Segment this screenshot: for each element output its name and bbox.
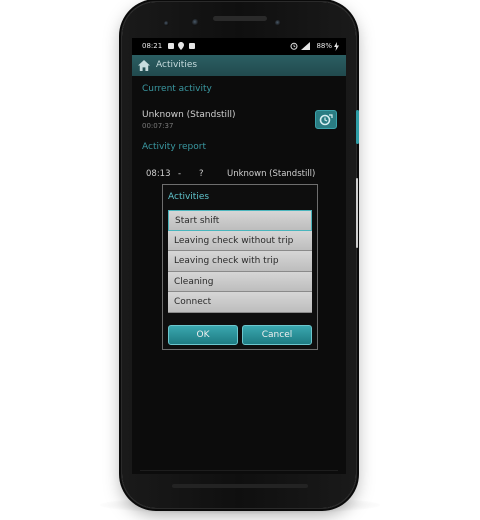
- earpiece-speaker: [213, 16, 267, 21]
- front-camera: [192, 19, 199, 26]
- report-separator: -: [178, 169, 182, 179]
- navigation-divider: [140, 470, 338, 471]
- list-item-start-shift[interactable]: Start shift: [168, 210, 312, 231]
- page-title: Activities: [156, 60, 198, 70]
- activity-switch-button[interactable]: [315, 110, 337, 129]
- battery-charging-icon: [334, 42, 339, 51]
- activity-switch-icon: [319, 114, 333, 126]
- report-start-time: 08:13: [146, 169, 171, 179]
- image-notification-icon: [168, 43, 174, 49]
- volume-rocker: [356, 178, 358, 248]
- list-item-connect[interactable]: Connect: [168, 292, 312, 313]
- app-bar: Activities: [132, 55, 346, 76]
- list-item-cleaning[interactable]: Cleaning: [168, 271, 312, 292]
- list-item-leaving-check-with-trip[interactable]: Leaving check with trip: [168, 251, 312, 272]
- home-icon[interactable]: [138, 60, 150, 71]
- dialog-title: Activities: [168, 192, 210, 202]
- current-activity-elapsed: 00:07:37: [142, 122, 174, 130]
- phone-mockup-scene: 08:21 88% Activities Current activity Un…: [0, 0, 480, 520]
- signal-icon: [301, 42, 310, 50]
- app-notification-icon: [189, 43, 195, 49]
- status-time: 08:21: [142, 42, 163, 50]
- cancel-button[interactable]: Cancel: [242, 325, 312, 345]
- ok-button[interactable]: OK: [168, 325, 238, 345]
- current-activity-header: Current activity: [142, 84, 212, 94]
- bottom-speaker: [172, 484, 308, 488]
- current-activity-name: Unknown (Standstill): [142, 110, 236, 120]
- report-activity-name: Unknown (Standstill): [227, 169, 316, 179]
- battery-percent: 88%: [316, 42, 332, 50]
- activities-list: Start shift Leaving check without trip L…: [168, 210, 312, 313]
- list-item-leaving-check-without-trip[interactable]: Leaving check without trip: [168, 230, 312, 251]
- status-bar: 08:21 88%: [132, 38, 346, 55]
- report-end-time: ?: [199, 169, 204, 179]
- activity-report-header: Activity report: [142, 142, 207, 152]
- sensor-dot: [164, 21, 169, 26]
- alarm-icon: [290, 42, 298, 50]
- activities-dialog: Activities Start shift Leaving check wit…: [162, 184, 318, 350]
- power-button: [356, 110, 359, 144]
- proximity-sensor: [275, 20, 281, 26]
- location-icon: [178, 42, 184, 50]
- phone-screen: 08:21 88% Activities Current activity Un…: [132, 38, 346, 474]
